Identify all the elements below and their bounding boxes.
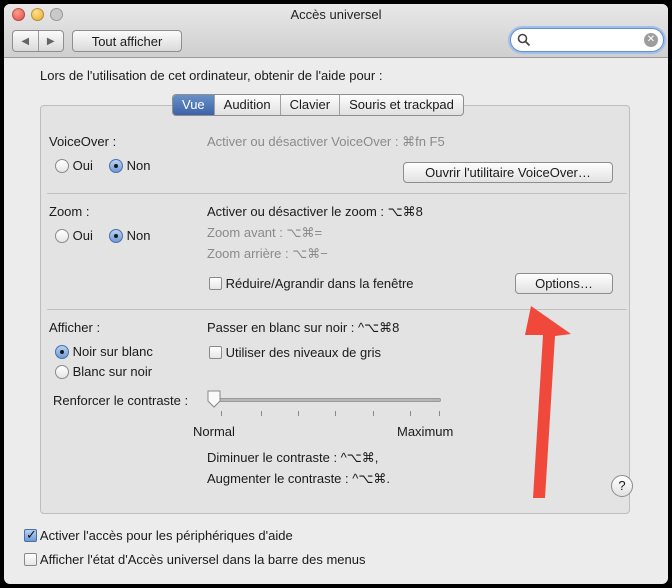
tab-bar: Vue Audition Clavier Souris et trackpad (172, 94, 464, 116)
tab-clavier[interactable]: Clavier (279, 95, 339, 115)
annotation-arrow-icon (525, 306, 571, 498)
preferences-window: Accès universel ◀ ▶ Tout afficher ✕ Lors… (4, 4, 668, 584)
tab-souris-et-trackpad[interactable]: Souris et trackpad (339, 95, 463, 115)
tab-vue[interactable]: Vue (173, 95, 214, 115)
tab-audition[interactable]: Audition (213, 95, 280, 115)
